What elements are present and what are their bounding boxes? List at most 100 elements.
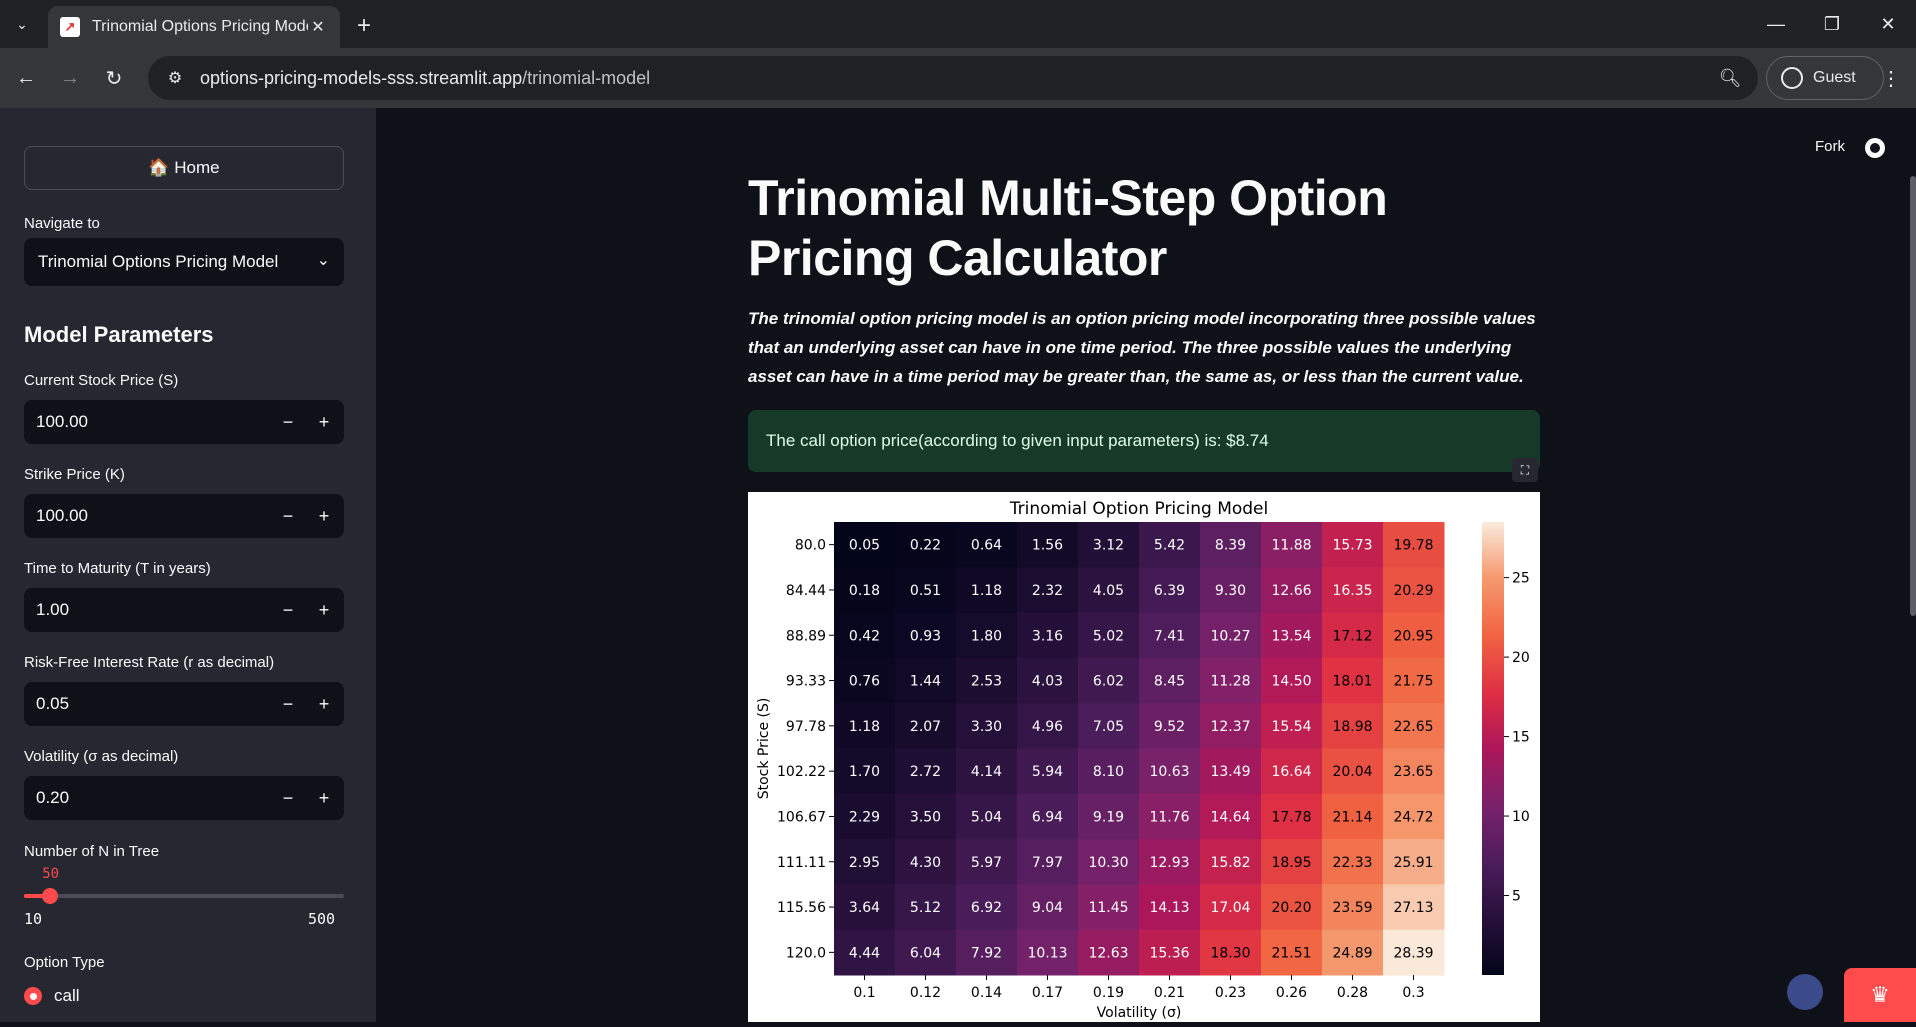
streamlit-badge-icon[interactable]: ♛: [1844, 968, 1916, 1022]
y-tick-label: 111.11: [777, 855, 826, 871]
scrollbar[interactable]: [1910, 176, 1916, 616]
cell-label: 0.93: [910, 628, 941, 644]
reload-icon[interactable]: ↻: [98, 62, 130, 94]
cell-label: 6.04: [910, 945, 941, 961]
cell-label: 18.01: [1332, 674, 1372, 690]
cell-label: 0.42: [849, 628, 880, 644]
creator-avatar[interactable]: [1787, 974, 1823, 1010]
x-tick-label: 0.1: [853, 985, 875, 1001]
cell-label: 8.39: [1215, 538, 1246, 554]
cell-label: 5.04: [971, 809, 1002, 825]
cell-label: 11.28: [1210, 674, 1250, 690]
cell-label: 2.53: [971, 674, 1002, 690]
back-icon[interactable]: ←: [10, 62, 42, 94]
cell-label: 3.30: [971, 719, 1002, 735]
github-icon[interactable]: [1865, 138, 1885, 158]
url-text: options-pricing-models-sss.streamlit.app…: [200, 68, 650, 89]
navigate-value: Trinomial Options Pricing Model: [38, 252, 279, 271]
stock-price-input[interactable]: 100.00 − +: [24, 400, 344, 444]
cell-label: 0.18: [849, 583, 880, 599]
y-tick-label: 88.89: [786, 628, 826, 644]
option-type-radio-call[interactable]: call: [24, 986, 80, 1006]
colorbar-tick-label: 25: [1512, 571, 1530, 587]
tab-title: Trinomial Options Pricing Mode: [92, 18, 308, 35]
increment-button[interactable]: +: [306, 682, 342, 726]
cell-label: 10.27: [1210, 628, 1250, 644]
cell-label: 21.75: [1393, 674, 1433, 690]
more-menu-icon[interactable]: ⋮: [1876, 62, 1906, 94]
forward-icon[interactable]: →: [54, 62, 86, 94]
cell-label: 12.63: [1088, 945, 1128, 961]
navigate-select[interactable]: Trinomial Options Pricing Model ⌄: [24, 238, 344, 286]
cell-label: 25.91: [1393, 855, 1433, 871]
cell-label: 4.14: [971, 764, 1002, 780]
cell-label: 20.95: [1393, 628, 1433, 644]
y-tick-label: 106.67: [777, 809, 826, 825]
profile-label: Guest: [1813, 69, 1856, 86]
model-parameters-heading: Model Parameters: [24, 322, 214, 347]
site-info-icon[interactable]: ⚙: [164, 67, 186, 89]
maturity-input[interactable]: 1.00 − +: [24, 588, 344, 632]
home-button[interactable]: 🏠 Home: [24, 146, 344, 190]
y-tick-label: 93.33: [786, 674, 826, 690]
fork-link[interactable]: Fork: [1815, 138, 1845, 155]
cell-label: 16.35: [1332, 583, 1372, 599]
minimize-icon[interactable]: —: [1756, 8, 1796, 40]
restore-icon[interactable]: ❐: [1812, 8, 1852, 40]
increment-button[interactable]: +: [306, 400, 342, 444]
cell-label: 17.78: [1271, 809, 1311, 825]
cell-label: 5.12: [910, 900, 941, 916]
browser-tab-bar: ⌄ ↗ Trinomial Options Pricing Mode ✕ + —…: [0, 0, 1916, 48]
decrement-button[interactable]: −: [270, 494, 306, 538]
close-tab-icon[interactable]: ✕: [308, 17, 328, 37]
strike-price-input[interactable]: 100.00 − +: [24, 494, 344, 538]
fullscreen-icon[interactable]: ⛶: [1512, 458, 1538, 482]
close-window-icon[interactable]: ✕: [1868, 8, 1908, 40]
increment-button[interactable]: +: [306, 776, 342, 820]
increment-button[interactable]: +: [306, 588, 342, 632]
browser-toolbar: ← → ↻ ⚙ options-pricing-models-sss.strea…: [0, 48, 1916, 108]
url-path: /trinomial-model: [522, 67, 651, 88]
cell-label: 0.05: [849, 538, 880, 554]
decrement-button[interactable]: −: [270, 588, 306, 632]
result-text: The call option price(according to given…: [766, 431, 1269, 450]
cell-label: 20.04: [1332, 764, 1372, 780]
cell-label: 9.52: [1154, 719, 1185, 735]
cell-label: 18.30: [1210, 945, 1250, 961]
cell-label: 6.39: [1154, 583, 1185, 599]
decrement-button[interactable]: −: [270, 682, 306, 726]
cell-label: 1.44: [910, 674, 941, 690]
interest-rate-input[interactable]: 0.05 − +: [24, 682, 344, 726]
increment-button[interactable]: +: [306, 494, 342, 538]
new-tab-icon[interactable]: +: [350, 12, 378, 40]
cell-label: 21.14: [1332, 809, 1372, 825]
cell-label: 6.94: [1032, 809, 1063, 825]
cell-label: 4.96: [1032, 719, 1063, 735]
radio-selected-icon: [24, 987, 42, 1005]
x-tick-label: 0.12: [910, 985, 941, 1001]
y-tick-label: 120.0: [786, 945, 826, 961]
browser-tab[interactable]: ↗ Trinomial Options Pricing Mode ✕: [48, 6, 340, 48]
cell-label: 12.93: [1149, 855, 1189, 871]
cell-label: 22.33: [1332, 855, 1372, 871]
tree-steps-slider[interactable]: [24, 888, 344, 904]
cell-label: 9.19: [1093, 809, 1124, 825]
zoom-icon[interactable]: 🔍︎: [1718, 66, 1742, 90]
address-bar[interactable]: ⚙ options-pricing-models-sss.streamlit.a…: [148, 56, 1758, 100]
decrement-button[interactable]: −: [270, 400, 306, 444]
y-tick-label: 97.78: [786, 719, 826, 735]
cell-label: 24.72: [1393, 809, 1433, 825]
tab-search-icon[interactable]: ⌄: [8, 10, 36, 38]
cell-label: 13.49: [1210, 764, 1250, 780]
cell-label: 4.03: [1032, 674, 1063, 690]
profile-button[interactable]: Guest: [1766, 56, 1884, 100]
decrement-button[interactable]: −: [270, 776, 306, 820]
y-tick-label: 102.22: [777, 764, 826, 780]
x-tick-label: 0.23: [1215, 985, 1246, 1001]
cell-label: 20.20: [1271, 900, 1311, 916]
volatility-input[interactable]: 0.20 − +: [24, 776, 344, 820]
cell-label: 0.22: [910, 538, 941, 554]
cell-label: 20.29: [1393, 583, 1433, 599]
cell-label: 22.65: [1393, 719, 1433, 735]
cell-label: 28.39: [1393, 945, 1433, 961]
